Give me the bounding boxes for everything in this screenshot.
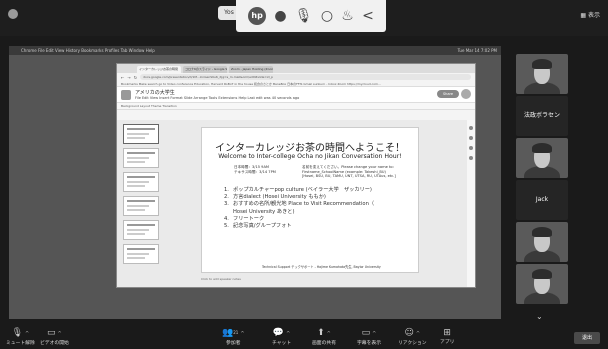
- browser-window: インターカレッジお茶の時間 コロナ6のスライド - Google Slides …: [116, 63, 476, 288]
- captions-button[interactable]: ▭ ^ 字幕を表示: [357, 328, 381, 346]
- url-bar: ← → ↻ docs.google.com/presentation/d/1M.…: [117, 73, 475, 81]
- slide-thumbnails: [123, 124, 163, 274]
- agenda-item: 5. 記念写真/グループフォト: [224, 223, 292, 230]
- speaker-notes[interactable]: Click to add speaker notes: [201, 277, 241, 281]
- meeting-controls: 🎙 ^ ミュート解除 ▭ ^ ビデオの開始 👥21 ^ 参加者 💬 ^ チャット ⬆ ^ …: [0, 326, 608, 349]
- browser-tab[interactable]: インターカレッジお茶の時間: [137, 66, 181, 73]
- side-panel-icons: [467, 120, 475, 287]
- participant-gallery: 法政ボラセン Jack ⌄: [506, 36, 608, 326]
- tasks-icon[interactable]: [469, 146, 473, 150]
- participant-video[interactable]: [516, 222, 568, 262]
- current-slide[interactable]: インターカレッジお茶の時間へようこそ！ Welcome to Inter-col…: [201, 127, 419, 273]
- calendar-icon[interactable]: [469, 126, 473, 130]
- document-title[interactable]: アメリカの大学生: [135, 89, 175, 96]
- forward-icon[interactable]: →: [127, 75, 130, 80]
- chat-button[interactable]: 💬 ^ チャット: [272, 328, 291, 346]
- chat-icon: 💬 ^: [272, 328, 291, 338]
- start-video-button[interactable]: ▭ ^ ビデオの開始: [40, 328, 69, 346]
- back-icon[interactable]: ←: [121, 75, 124, 80]
- slide-thumbnail[interactable]: [123, 172, 159, 192]
- keep-icon[interactable]: [469, 136, 473, 140]
- participants-button[interactable]: 👥21 ^ 参加者: [222, 328, 245, 346]
- share-screen-icon: ⬆ ^: [317, 328, 331, 338]
- slides-editor: インターカレッジお茶の時間へようこそ！ Welcome to Inter-col…: [117, 120, 475, 287]
- chevron-down-icon[interactable]: ⌄: [536, 312, 543, 321]
- slide-thumbnail[interactable]: [123, 196, 159, 216]
- shared-screen: Chrome File Edit View History Bookmarks …: [9, 46, 501, 319]
- participant-video[interactable]: [516, 138, 568, 178]
- microphone-off-icon: 🎙 ^: [11, 328, 30, 338]
- mac-menubar: Chrome File Edit View History Bookmarks …: [9, 46, 501, 55]
- share-button[interactable]: Share: [437, 90, 459, 98]
- participant-name-tile[interactable]: Jack: [516, 180, 568, 220]
- leave-button[interactable]: 退出: [574, 332, 600, 344]
- avatar[interactable]: [461, 89, 471, 99]
- share-screen-button[interactable]: ⬆ ^ 画面の共有: [312, 328, 336, 346]
- participant-name-tile[interactable]: 法政ボラセン: [516, 96, 568, 136]
- slide-thumbnail[interactable]: [123, 220, 159, 240]
- circle-icon[interactable]: ○: [321, 9, 333, 23]
- menubar-chrome[interactable]: Chrome File Edit View History Bookmarks …: [21, 48, 155, 53]
- participants-icon: 👥21 ^: [222, 328, 245, 338]
- record-dot-icon[interactable]: ●: [274, 9, 286, 23]
- slide-thumbnail[interactable]: [123, 148, 159, 168]
- hp-logo-icon: hp: [248, 7, 267, 25]
- apps-icon: ⊞: [443, 328, 451, 338]
- chevron-left-icon[interactable]: <: [362, 9, 374, 23]
- reaction-icon: ☺ ^: [404, 328, 421, 338]
- participant-video[interactable]: [516, 264, 568, 304]
- mute-button[interactable]: 🎙 ^ ミュート解除: [6, 328, 35, 346]
- agenda-item: 4. フリートーク: [224, 215, 265, 222]
- slides-toolbar[interactable]: Background Layout Theme Transition: [117, 103, 475, 110]
- agenda-item: Hosei University あきと): [233, 208, 295, 215]
- participant-video[interactable]: [516, 54, 568, 94]
- slide-title-jp: インターカレッジお茶の時間へようこそ！: [215, 143, 405, 154]
- captions-icon: ▭ ^: [361, 328, 377, 338]
- slide-thumbnail[interactable]: [123, 124, 159, 144]
- contacts-icon[interactable]: [469, 156, 473, 160]
- reactions-button[interactable]: ☺ ^ リアクション: [398, 328, 427, 346]
- document-menu[interactable]: File Edit View Insert Format Slide Arran…: [135, 96, 299, 100]
- agenda-list: 1. ポップカルチャーpop culture (ベイラー大学 ザッカリー) 2. 方…: [224, 187, 374, 230]
- video-off-icon: ▭ ^: [47, 328, 62, 338]
- slides-logo-icon[interactable]: [121, 90, 131, 100]
- slides-header: アメリカの大学生 File Edit View Insert Format Sl…: [117, 87, 475, 103]
- browser-tab[interactable]: コロナ6のスライド - Google Slides: [183, 66, 227, 73]
- meeting-times: 日本時間：3/15 9AM テキサス時間：3/14 7PM: [234, 165, 276, 174]
- shield-icon[interactable]: [8, 9, 18, 19]
- view-menu-label[interactable]: ▦ 表示: [580, 10, 600, 19]
- microphone-icon[interactable]: 🎙: [295, 9, 313, 23]
- slide-thumbnail[interactable]: [123, 244, 159, 264]
- zoom-top-bar: Yos hp ● 🎙 ○ ♨ < ▦ 表示: [0, 0, 608, 36]
- agenda-item: 3. おすすめの名所/観光地 Place to Visit Recommendat…: [224, 201, 375, 208]
- reload-icon[interactable]: ↻: [134, 75, 137, 80]
- browser-tab[interactable]: Zoom - Japan Hosting (Zoom): [229, 66, 273, 73]
- annotate-icon[interactable]: ♨: [341, 9, 354, 23]
- slide-title-en: Welcome to Inter-college Ocha no Jikan C…: [218, 153, 402, 160]
- browser-tab-bar: インターカレッジお茶の時間 コロナ6のスライド - Google Slides …: [117, 64, 475, 73]
- apps-button[interactable]: ⊞ アプリ: [440, 328, 454, 345]
- menubar-status: Tue Mar 14 7:02 PM: [457, 48, 497, 53]
- address-input[interactable]: docs.google.com/presentation/d/1M...IcnG…: [140, 74, 471, 80]
- rename-instructions: 名前を変えてください。Please change your name to: F…: [302, 165, 396, 178]
- tech-support-line: Technical Support テックサポート - Hajime Kumah…: [262, 265, 381, 269]
- screen-share-toolbar: hp ● 🎙 ○ ♨ <: [236, 0, 386, 32]
